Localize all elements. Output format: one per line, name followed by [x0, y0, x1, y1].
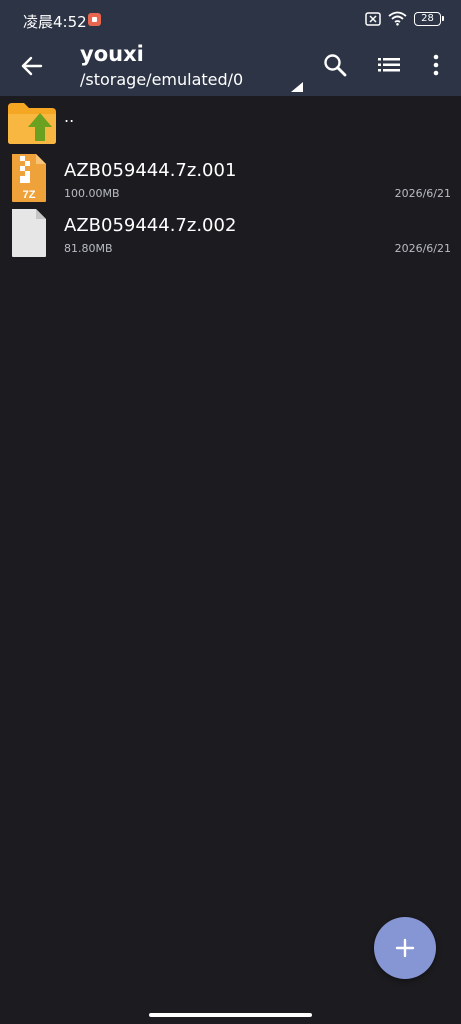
- wifi-icon: [388, 11, 407, 26]
- battery-level: 28: [421, 13, 434, 24]
- file-name: AZB059444.7z.002: [64, 215, 237, 236]
- parent-folder-row[interactable]: ..: [0, 96, 461, 150]
- app-toolbar: youxi /storage/emulated/0: [0, 42, 461, 96]
- file-size: 81.80MB: [64, 242, 113, 255]
- parent-folder-icon: [8, 103, 56, 144]
- current-path[interactable]: /storage/emulated/0: [80, 70, 243, 89]
- file-row[interactable]: 7Z AZB059444.7z.001 100.00MB 2026/6/21: [0, 150, 461, 205]
- battery-icon: 28: [414, 11, 444, 26]
- add-fab-button[interactable]: [374, 917, 436, 979]
- plus-icon: [395, 938, 415, 958]
- folder-title: youxi: [80, 42, 144, 66]
- home-indicator[interactable]: [149, 1013, 312, 1017]
- no-sim-icon: [365, 11, 381, 26]
- status-indicators: 28: [365, 11, 444, 26]
- path-dropdown-icon[interactable]: [291, 82, 303, 92]
- app-notification-icon: [88, 13, 101, 26]
- 7z-archive-icon: 7Z: [12, 154, 46, 202]
- search-icon[interactable]: [322, 52, 348, 78]
- status-bar: 凌晨4:52 28: [0, 0, 461, 42]
- file-date: 2026/6/21: [394, 187, 451, 200]
- generic-file-icon: [12, 209, 46, 257]
- list-view-icon[interactable]: [376, 54, 402, 76]
- file-date: 2026/6/21: [394, 242, 451, 255]
- file-row[interactable]: AZB059444.7z.002 81.80MB 2026/6/21: [0, 205, 461, 260]
- status-time: 凌晨4:52: [23, 13, 87, 31]
- file-list: .. 7Z AZB059444.7z.001 100.00MB 2026/6/2…: [0, 96, 461, 260]
- back-arrow-icon[interactable]: [18, 52, 46, 80]
- file-name: AZB059444.7z.001: [64, 160, 237, 181]
- more-options-icon[interactable]: [428, 52, 444, 78]
- archive-type-label: 7Z: [23, 189, 36, 201]
- file-size: 100.00MB: [64, 187, 120, 200]
- parent-folder-label: ..: [64, 107, 75, 126]
